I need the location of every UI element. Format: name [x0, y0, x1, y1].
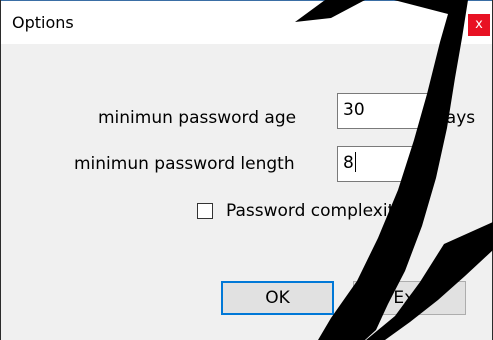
options-dialog: Options x minimun password age 30 days m… — [0, 0, 493, 340]
close-button[interactable]: x — [468, 14, 490, 36]
min-password-length-input[interactable]: 8 — [337, 146, 429, 182]
page: Options x minimun password age 30 days m… — [0, 0, 493, 340]
text-caret — [354, 152, 356, 172]
title-bar[interactable]: Options x — [1, 0, 492, 45]
ok-button-label: OK — [265, 288, 290, 308]
min-password-age-label: minimun password age — [98, 108, 297, 128]
password-complexity-checkbox[interactable] — [197, 203, 213, 219]
window-title: Options — [12, 13, 74, 32]
close-icon: x — [475, 17, 483, 32]
password-complexity-label[interactable]: Password complexity — [226, 201, 404, 221]
days-unit-label: days — [435, 108, 476, 128]
exit-button-label: Exit — [393, 288, 426, 308]
min-password-age-input[interactable]: 30 — [337, 93, 429, 129]
min-password-age-value: 30 — [343, 100, 365, 120]
min-password-length-label: minimun password length — [74, 154, 295, 174]
exit-button[interactable]: Exit — [353, 281, 466, 315]
ok-button[interactable]: OK — [221, 281, 334, 315]
min-password-length-value: 8 — [343, 153, 354, 173]
